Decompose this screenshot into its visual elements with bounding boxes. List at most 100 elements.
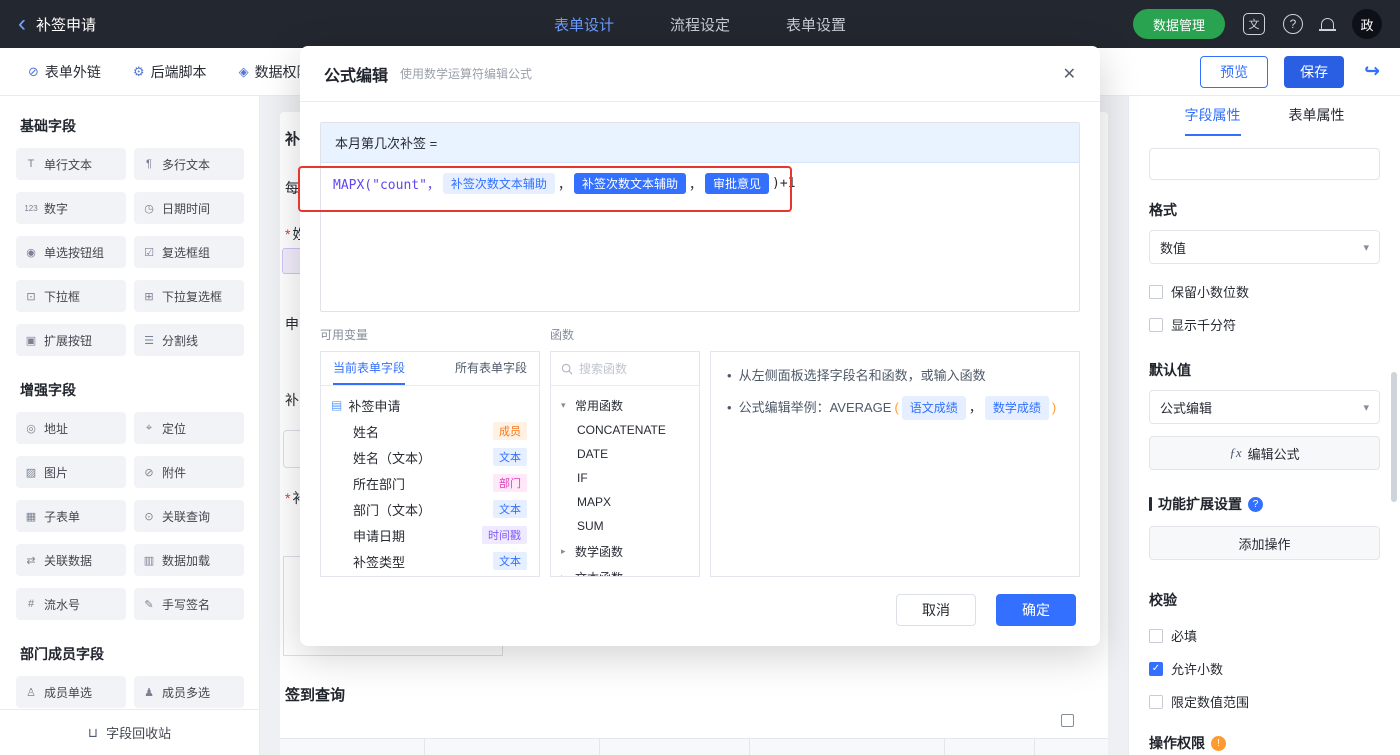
divider-icon: ☰ (144, 334, 154, 347)
field-name: 所在部门 (353, 476, 406, 492)
variable-field-row[interactable]: 补签类型 文本 (331, 548, 531, 574)
palette-item-radio-group[interactable]: ◉ 单选按钮组 (16, 236, 126, 268)
tab-all-form-fields[interactable]: 所有表单字段 (455, 352, 527, 385)
field-token-selected[interactable]: 审批意见 (704, 173, 769, 194)
checkbox-box (1149, 694, 1163, 709)
palette-item-data-load[interactable]: ▥ 数据加载 (134, 544, 244, 576)
toolbar-link-external[interactable]: ⊘ 表单外链 (28, 62, 101, 82)
palette-item-extend-button[interactable]: ▣ 扩展按钮 (16, 324, 126, 356)
function-item-date[interactable]: DATE (551, 442, 699, 466)
formula-editor: 本月第几次补签 = MAPX("count"， 补签次数文本辅助 ， 补签次数文… (320, 122, 1080, 312)
modal-body: 本月第几次补签 = MAPX("count"， 补签次数文本辅助 ， 补签次数文… (298, 102, 1100, 577)
palette-item-member-single[interactable]: ♙ 成员单选 (16, 676, 126, 708)
palette-item-location[interactable]: ⌖ 定位 (134, 412, 244, 444)
field-token-selected[interactable]: 补签次数文本辅助 (573, 173, 686, 194)
palette-item-serial-number[interactable]: # 流水号 (16, 588, 126, 620)
tab-field-properties[interactable]: 字段属性 (1184, 96, 1241, 136)
function-item-mapx[interactable]: MAPX (551, 490, 699, 514)
warning-icon[interactable]: ! (1211, 735, 1226, 751)
checkbox-limit-range[interactable]: 限定数值范围 (1149, 692, 1380, 711)
function-item-sum[interactable]: SUM (551, 514, 699, 538)
search-function-input[interactable] (579, 361, 689, 376)
tab-current-form-fields[interactable]: 当前表单字段 (333, 352, 406, 385)
bullet-icon: • (727, 400, 732, 415)
function-group-text[interactable]: ▸ 文本函数 (551, 564, 699, 577)
palette-item-linked-query[interactable]: ⊙ 关联查询 (134, 500, 244, 532)
single-text-icon: T (27, 158, 35, 170)
palette-item-datetime[interactable]: ◷ 日期时间 (134, 192, 244, 224)
data-manage-button[interactable]: 数据管理 (1132, 9, 1225, 39)
palette-item-subform[interactable]: ▦ 子表单 (16, 500, 126, 532)
field-recycle-bin[interactable]: ⊔ 字段回收站 (0, 709, 259, 755)
variable-field-row[interactable]: 所在部门 部门 (331, 470, 531, 496)
palette-item-dropdown-multi[interactable]: ⊞ 下拉复选框 (134, 280, 244, 312)
palette-item-address[interactable]: ◎ 地址 (16, 412, 126, 444)
checkbox-allow-decimal[interactable]: 允许小数 (1149, 659, 1380, 678)
preview-button[interactable]: 预览 (1200, 55, 1269, 88)
field-name: 姓名（文本） (353, 450, 432, 466)
tab-flow-setting[interactable]: 流程设定 (670, 14, 730, 35)
scrollbar-thumb[interactable] (1391, 372, 1397, 502)
palette-item-checkbox-group[interactable]: ☑ 复选框组 (134, 236, 244, 268)
question-icon[interactable]: ? (1248, 496, 1263, 512)
checkbox-thousand-separator[interactable]: 显示千分符 (1149, 315, 1380, 334)
formula-content[interactable]: MAPX("count"， 补签次数文本辅助 ， 补签次数文本辅助 ， 审批意见… (321, 163, 1079, 204)
field-title-input[interactable] (1149, 148, 1380, 180)
palette-item-attachment[interactable]: ⊘ 附件 (134, 456, 244, 488)
palette-item-linked-data[interactable]: ⇄ 关联数据 (16, 544, 126, 576)
toolbar-link-backend-script[interactable]: ⚙ 后端脚本 (133, 62, 207, 82)
tree-root-form[interactable]: ▤ 补签申请 (331, 392, 531, 418)
avatar[interactable]: 政 (1352, 9, 1382, 39)
checkbox-required[interactable]: 必填 (1149, 626, 1380, 645)
palette-item-divider[interactable]: ☰ 分割线 (134, 324, 244, 356)
palette-item-member-multi[interactable]: ♟ 成员多选 (134, 676, 244, 708)
function-group-common[interactable]: ▾ 常用函数 (551, 392, 699, 418)
table-header-cell (945, 739, 1035, 755)
variable-field-row[interactable]: 姓名 成员 (331, 418, 531, 444)
formula-line: MAPX("count"， 补签次数文本辅助 ， 补签次数文本辅助 ， 审批意见… (333, 173, 1067, 194)
palette-item-number[interactable]: 123 数字 (16, 192, 126, 224)
checkbox-box (1149, 317, 1163, 332)
variable-field-row[interactable]: 姓名（文本） 文本 (331, 444, 531, 470)
function-group-math[interactable]: ▸ 数学函数 (551, 538, 699, 564)
palette-item-single-text[interactable]: T 单行文本 (16, 148, 126, 180)
share-icon[interactable]: ↪ (1364, 60, 1380, 83)
field-token[interactable]: 补签次数文本辅助 (442, 173, 555, 194)
page-title: 补签申请 (36, 16, 97, 34)
cancel-button[interactable]: 取消 (896, 594, 976, 626)
function-item-if[interactable]: IF (551, 466, 699, 490)
edit-formula-button[interactable]: ƒx 编辑公式 (1149, 436, 1380, 470)
function-item-concatenate[interactable]: CONCATENATE (551, 418, 699, 442)
variable-field-row[interactable]: 部门（文本） 文本 (331, 496, 531, 522)
palette-section-title: 增强字段 (20, 382, 76, 398)
expand-icon[interactable] (1061, 714, 1074, 727)
tab-form-design[interactable]: 表单设计 (554, 14, 614, 35)
function-group-label: 文本函数 (575, 569, 623, 577)
notification-bell-icon[interactable] (1319, 17, 1336, 31)
translate-icon[interactable]: 文 (1243, 13, 1265, 35)
number-icon: 123 (24, 203, 38, 213)
save-button[interactable]: 保存 (1284, 55, 1345, 88)
default-value-select-value: 公式编辑 (1160, 400, 1213, 416)
function-tree: ▾ 常用函数 CONCATENATE DATE IF MAPX SUM ▸ 数学… (551, 386, 699, 577)
palette-item-dropdown[interactable]: ⊡ 下拉框 (16, 280, 126, 312)
back-icon[interactable]: ‹ (18, 12, 26, 36)
palette-item-image[interactable]: ▨ 图片 (16, 456, 126, 488)
palette-item-multi-text[interactable]: ¶ 多行文本 (134, 148, 244, 180)
checkbox-keep-decimals[interactable]: 保留小数位数 (1149, 282, 1380, 301)
extension-settings-header: 功能扩展设置 ? (1149, 494, 1380, 514)
tab-form-properties[interactable]: 表单属性 (1289, 96, 1345, 136)
default-value-label: 默认值 (1149, 362, 1191, 378)
field-type-tag: 文本 (493, 448, 527, 466)
confirm-button[interactable]: 确定 (996, 594, 1076, 626)
default-value-select[interactable]: 公式编辑 ▾ (1149, 390, 1380, 424)
table-header-cell (600, 739, 750, 755)
variable-field-row[interactable]: 申请日期 时间戳 (331, 522, 531, 548)
modal-panels: 当前表单字段 所有表单字段 ▤ 补签申请 姓名 成员 姓名（文本） 文本 所在部… (320, 351, 1080, 577)
palette-item-signature[interactable]: ✎ 手写签名 (134, 588, 244, 620)
close-icon[interactable]: ✕ (1063, 64, 1076, 84)
add-action-button[interactable]: 添加操作 (1149, 526, 1380, 560)
tab-form-setting[interactable]: 表单设置 (786, 14, 846, 35)
format-select[interactable]: 数值 ▾ (1149, 230, 1380, 264)
help-icon[interactable]: ? (1283, 14, 1303, 34)
